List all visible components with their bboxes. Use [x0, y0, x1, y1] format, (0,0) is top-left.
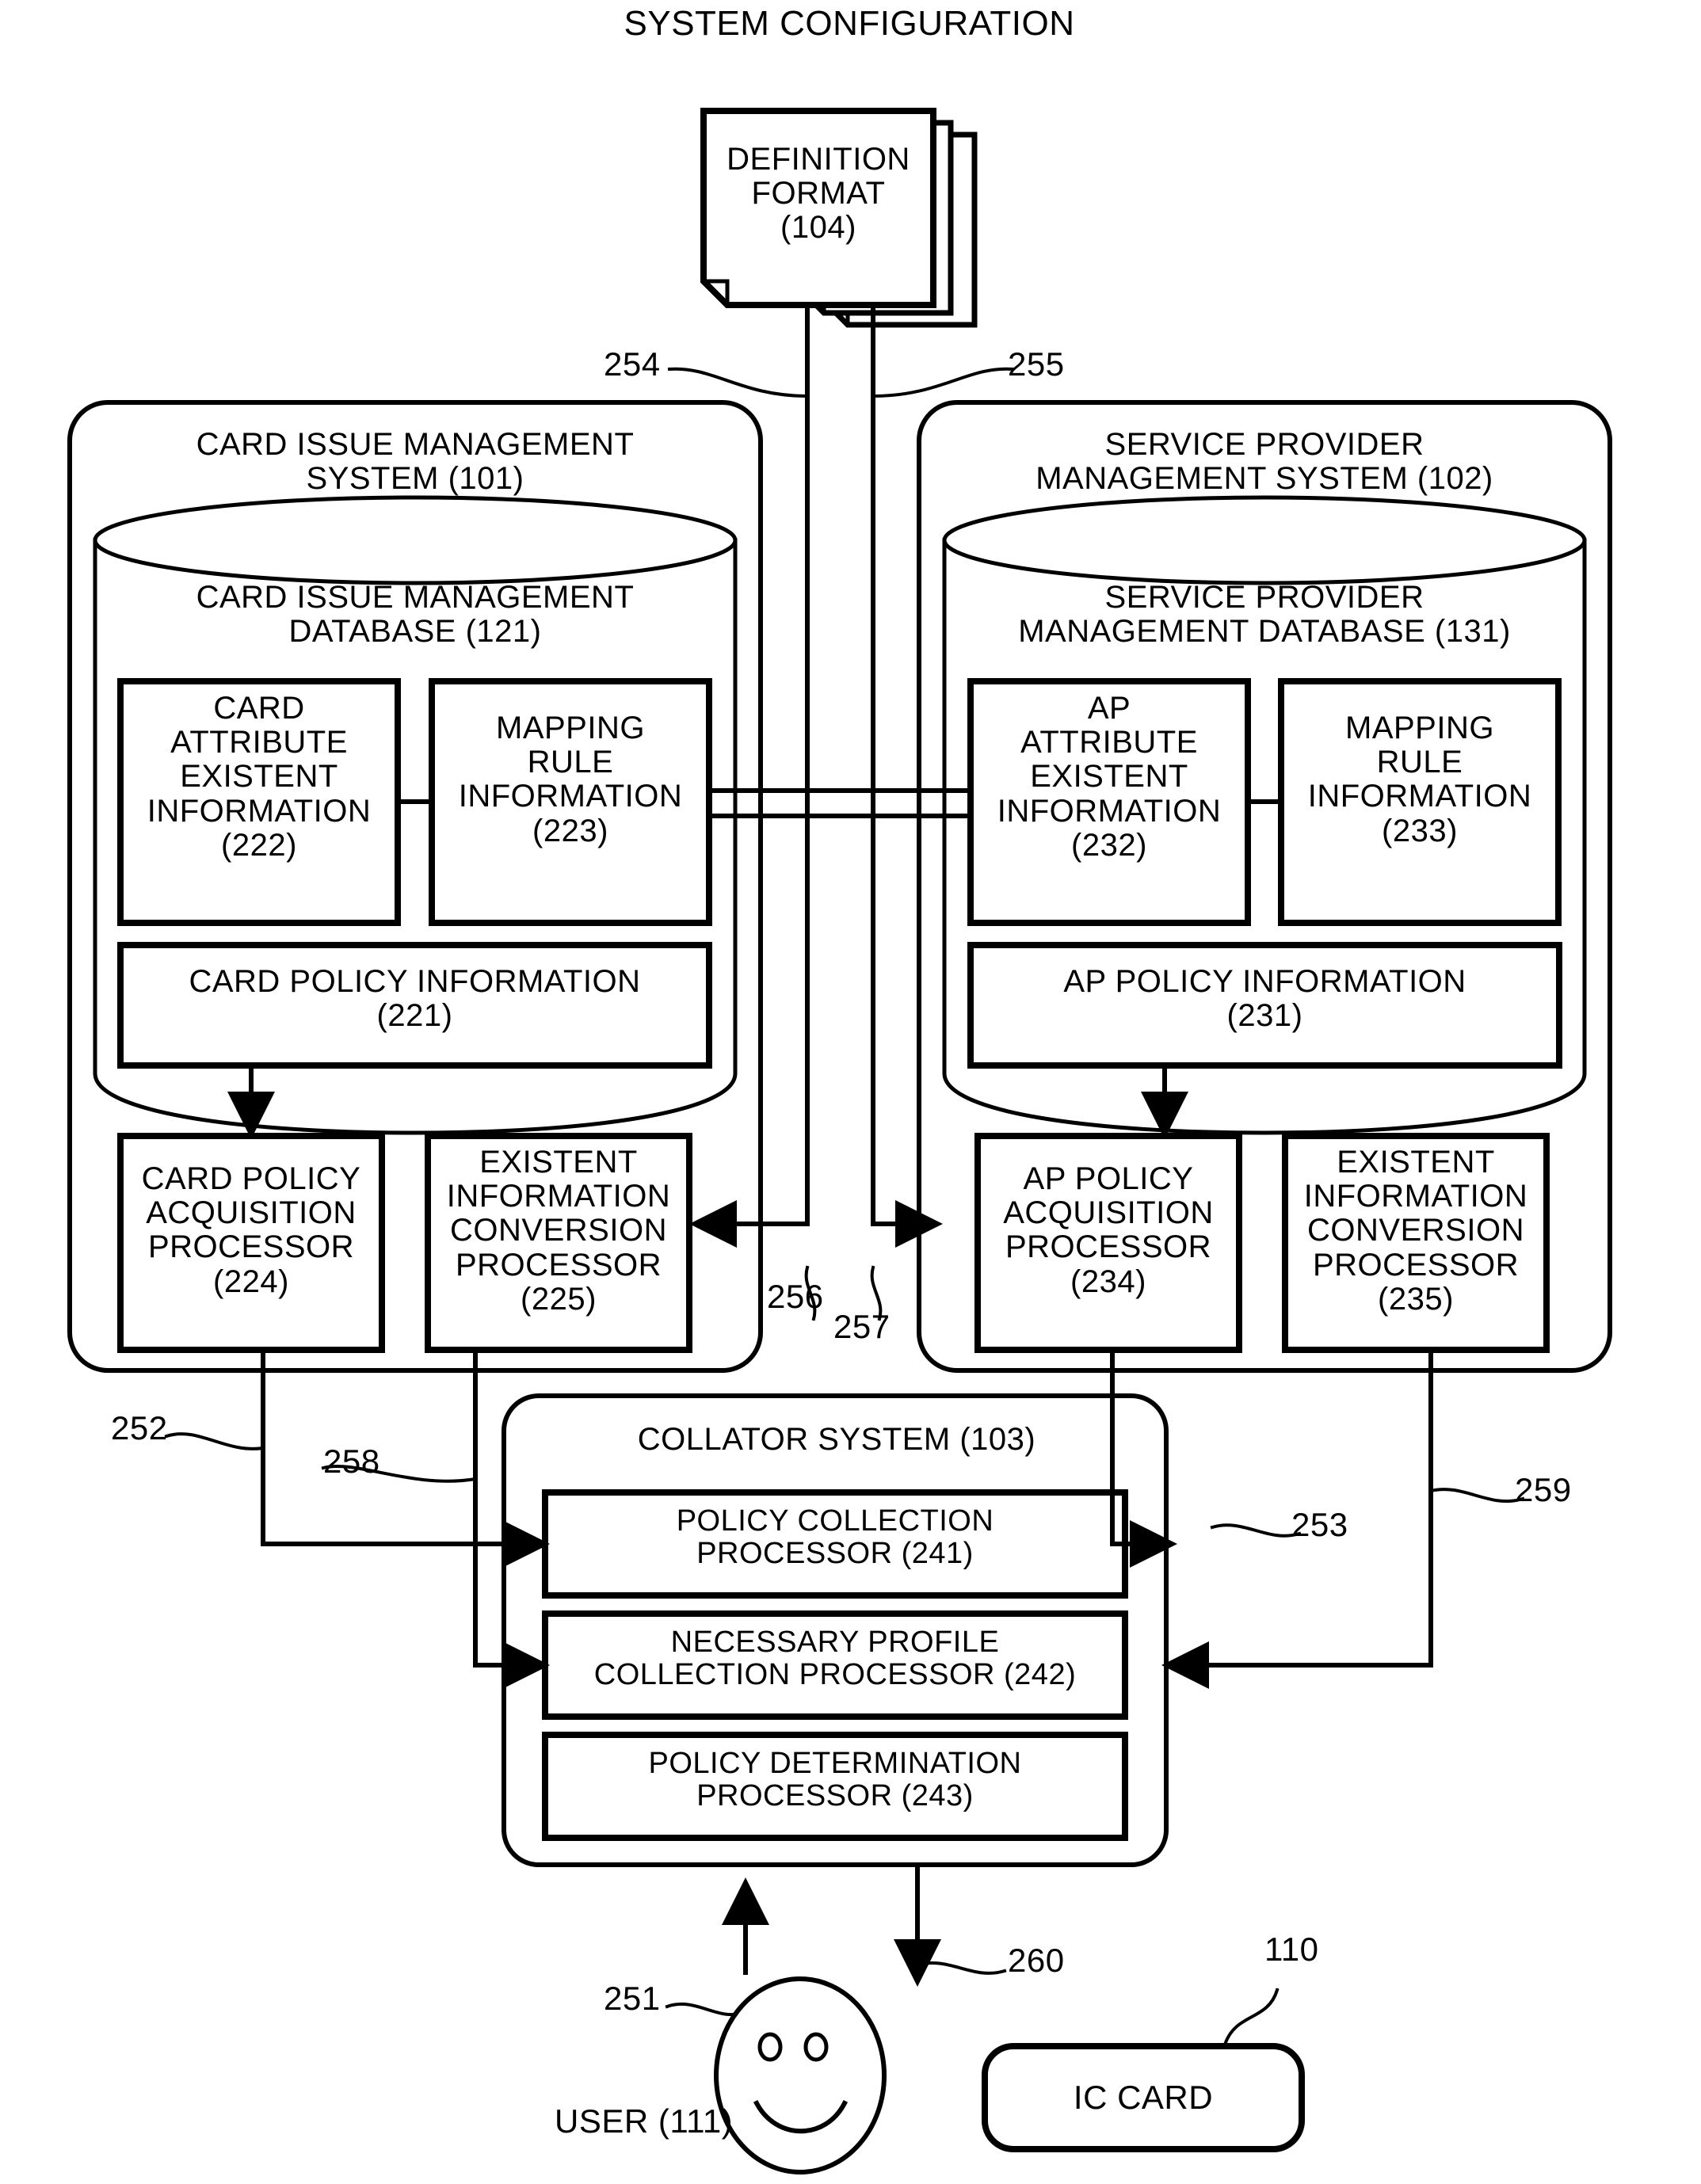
- policy-determination-processor-box: POLICY DETERMINATION PROCESSOR (243): [648, 1747, 1022, 1813]
- mapping-rule-information-box-right: MAPPING RULE INFORMATION (233): [1307, 711, 1532, 848]
- left-system-title: CARD ISSUE MANAGEMENT SYSTEM (101): [196, 427, 635, 497]
- ref-254: 254: [604, 345, 661, 383]
- ref-252: 252: [111, 1409, 168, 1446]
- card-policy-information-box: CARD POLICY INFORMATION (221): [189, 964, 641, 1034]
- right-system-title: SERVICE PROVIDER MANAGEMENT SYSTEM (102): [1035, 427, 1493, 497]
- ref-251: 251: [604, 1980, 661, 2017]
- policy-collection-processor-box: POLICY COLLECTION PROCESSOR (241): [676, 1504, 994, 1571]
- collator-system-title: COLLATOR SYSTEM (103): [637, 1422, 1036, 1457]
- ap-attribute-existent-information-box: AP ATTRIBUTE EXISTENT INFORMATION (232): [997, 691, 1222, 863]
- necessary-profile-collection-processor-box: NECESSARY PROFILE COLLECTION PROCESSOR (…: [593, 1626, 1077, 1692]
- card-attribute-existent-information-box: CARD ATTRIBUTE EXISTENT INFORMATION (222…: [147, 691, 372, 863]
- ref-259: 259: [1515, 1471, 1572, 1508]
- ref-260: 260: [1008, 1942, 1065, 1979]
- card-policy-acquisition-processor-box: CARD POLICY ACQUISITION PROCESSOR (224): [141, 1161, 361, 1299]
- left-database-title: CARD ISSUE MANAGEMENT DATABASE (121): [196, 580, 635, 650]
- ref-257: 257: [833, 1308, 891, 1345]
- existent-information-conversion-processor-box-right: EXISTENT INFORMATION CONVERSION PROCESSO…: [1303, 1145, 1528, 1317]
- ref-255: 255: [1008, 345, 1065, 383]
- ic-card-label: IC CARD: [1073, 2079, 1214, 2116]
- ap-policy-information-box: AP POLICY INFORMATION (231): [1063, 964, 1466, 1034]
- definition-format-label: DEFINITION FORMAT (104): [727, 142, 910, 246]
- diagram-vector-layer: [67, 108, 1612, 2174]
- ap-policy-acquisition-processor-box: AP POLICY ACQUISITION PROCESSOR (234): [1003, 1161, 1214, 1299]
- ref-253: 253: [1291, 1506, 1348, 1543]
- ref-110: 110: [1264, 1931, 1319, 1968]
- mapping-rule-information-box-left: MAPPING RULE INFORMATION (223): [458, 711, 683, 848]
- existent-information-conversion-processor-box-left: EXISTENT INFORMATION CONVERSION PROCESSO…: [446, 1145, 671, 1317]
- figure-canvas: SYSTEM CONFIGURATION DEFINITION FORMAT (…: [0, 0, 1701, 2184]
- right-database-title: SERVICE PROVIDER MANAGEMENT DATABASE (13…: [1018, 580, 1511, 650]
- figure-title: SYSTEM CONFIGURATION: [624, 4, 1075, 43]
- user-label: USER (111): [555, 2102, 734, 2140]
- ref-258: 258: [323, 1443, 380, 1480]
- user-face-outline: [714, 1976, 887, 2174]
